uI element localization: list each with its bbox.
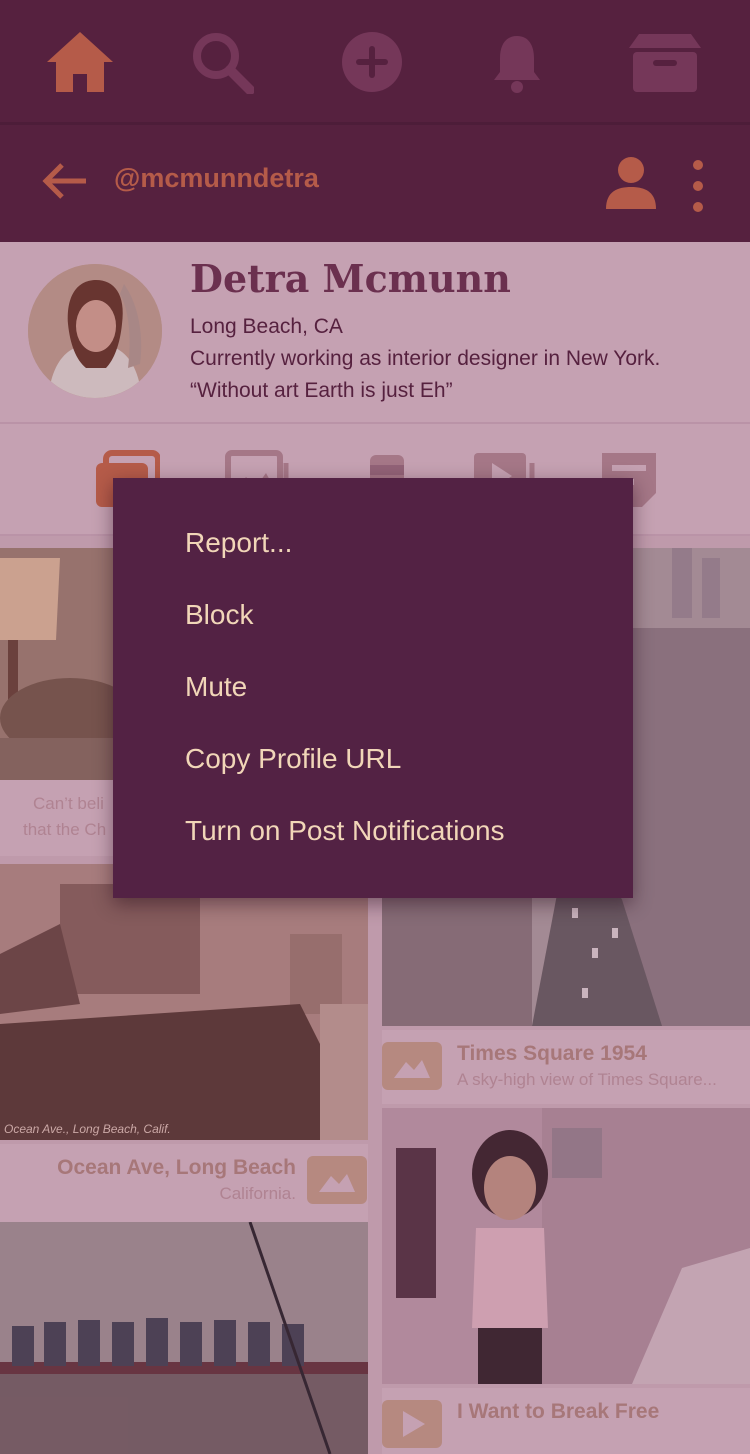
profile-options-menu: Report... Block Mute Copy Profile URL Tu… [113, 478, 633, 898]
menu-item-report[interactable]: Report... [185, 527, 292, 559]
menu-item-mute[interactable]: Mute [185, 671, 247, 703]
menu-item-block[interactable]: Block [185, 599, 253, 631]
menu-item-post-notifications[interactable]: Turn on Post Notifications [185, 815, 505, 847]
menu-item-copy-profile-url[interactable]: Copy Profile URL [185, 743, 401, 775]
